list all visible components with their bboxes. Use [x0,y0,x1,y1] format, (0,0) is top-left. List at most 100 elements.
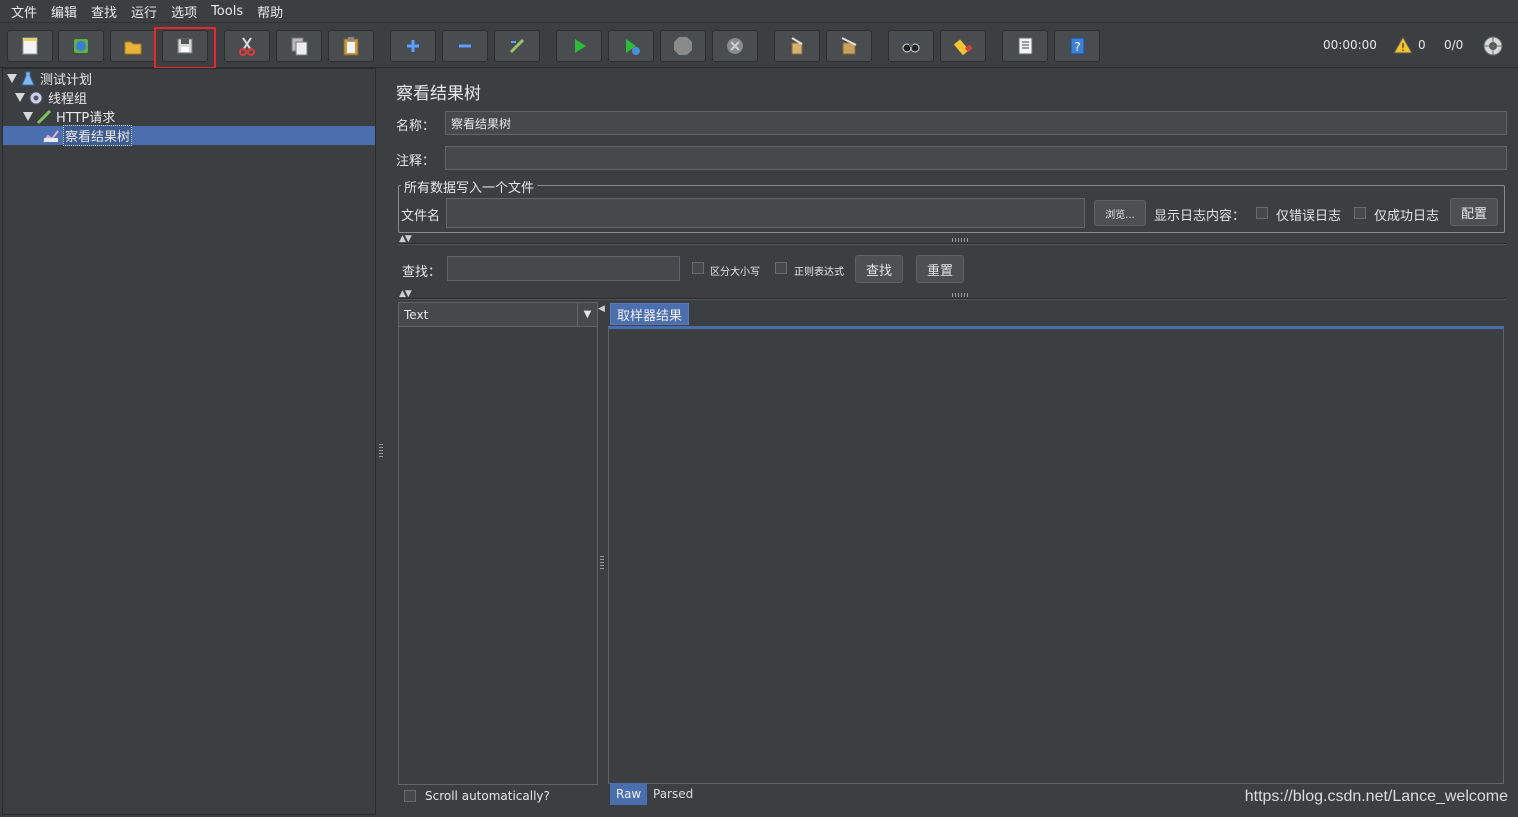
reset-button[interactable]: 重置 [916,255,964,283]
comment-field[interactable] [445,146,1507,170]
menu-search[interactable]: 查找 [84,2,124,21]
copy-button[interactable] [276,30,322,62]
paste-button[interactable] [328,30,374,62]
name-label: 名称： [396,119,436,134]
start-button[interactable] [556,30,602,62]
collapse-all-button[interactable] [442,30,488,62]
start-no-pause-button[interactable] [608,30,654,62]
success-only-label: 仅成功日志 [1374,209,1440,224]
sampler-result-panel [608,326,1504,784]
function-helper-button[interactable] [1002,30,1048,62]
tab-raw[interactable]: Raw [610,783,648,805]
search-button[interactable] [888,30,934,62]
splitter-grip [379,444,383,458]
expand-all-button[interactable] [390,30,436,62]
filename-label: 文件名 [401,209,441,224]
clear-button[interactable] [774,30,820,62]
main-splitter[interactable] [377,68,385,815]
toggle-icon [509,38,525,54]
comment-label: 注释： [396,154,436,169]
tree-label: HTTP请求 [56,111,116,126]
case-sensitive-checkbox[interactable] [692,262,704,274]
menu-help[interactable]: 帮助 [250,2,290,21]
browse-button[interactable]: 浏览... [1094,200,1146,226]
shutdown-button[interactable] [712,30,758,62]
tab-parsed[interactable]: Parsed [647,783,699,805]
tree-label: 察看结果树 [63,125,133,146]
name-field[interactable]: 察看结果树 [445,111,1507,135]
menu-edit[interactable]: 编辑 [44,2,84,21]
tree-label: 线程组 [48,92,88,107]
collapse-icon [459,44,471,48]
scroll-auto-checkbox[interactable] [404,790,416,802]
http-sampler-icon [36,109,52,125]
menu-run[interactable]: 运行 [124,2,164,21]
cut-icon [239,37,255,56]
log-content-label: 显示日志内容： [1154,209,1246,224]
expand-icon [407,40,419,52]
sample-list[interactable] [398,302,598,785]
thread-count: 0/0 [1444,38,1464,52]
tree-label: 测试计划 [40,73,93,88]
save-button[interactable] [162,30,208,62]
open-icon [124,41,142,55]
open-button[interactable] [110,30,156,62]
toggle-button[interactable] [494,30,540,62]
collapse-left-arrow-icon[interactable]: ◀ [598,304,605,314]
tree-node-thread-group[interactable]: 线程组 [15,88,87,107]
menu-bar: 文件 编辑 查找 运行 选项 Tools 帮助 [0,0,1518,23]
tab-sampler-result[interactable]: 取样器结果 [610,303,690,325]
menu-tools[interactable]: Tools [204,4,250,19]
function-helper-icon [1018,37,1033,55]
divider-grip[interactable] [952,238,970,242]
cut-button[interactable] [224,30,270,62]
case-sensitive-label: 区分大小写 [710,267,760,278]
templates-icon [74,39,88,53]
remote-engines-icon[interactable] [1482,35,1504,57]
thread-group-icon [28,90,44,106]
chevron-down-icon[interactable]: ▼ [577,303,597,326]
clear-all-icon [841,37,857,55]
search-icon [902,43,920,53]
paste-icon [343,37,359,56]
test-plan-icon [20,71,36,87]
success-only-checkbox[interactable] [1354,207,1366,219]
watermark: https://blog.csdn.net/Lance_welcome [1244,788,1508,805]
test-plan-tree: 测试计划 线程组 HTTP请求 察看结果树 [2,68,376,815]
renderer-selected: Text [404,307,429,322]
svg-text:?: ? [1074,40,1080,54]
start-no-pause-icon [626,39,640,55]
reset-search-button[interactable] [940,30,986,62]
start-icon [575,39,586,53]
help-icon: ? [1070,37,1085,55]
expand-triangle-icon[interactable] [15,93,25,102]
search-input[interactable] [447,256,680,281]
help-button[interactable]: ? [1054,30,1100,62]
templates-button[interactable] [58,30,104,62]
menu-file[interactable]: 文件 [4,2,44,21]
filename-field[interactable] [446,198,1085,228]
stop-icon [674,37,692,55]
new-button[interactable] [7,30,53,62]
tree-node-view-results-tree[interactable]: 察看结果树 [3,125,375,146]
errors-only-checkbox[interactable] [1256,207,1268,219]
divider-grip[interactable] [952,293,970,297]
regex-checkbox[interactable] [775,262,787,274]
regex-label: 正则表达式 [794,267,844,278]
warning-icon: ! [1393,36,1413,54]
expand-triangle-icon[interactable] [23,112,33,121]
elapsed-timer: 00:00:00 [1323,38,1377,52]
tree-node-test-plan[interactable]: 测试计划 [7,69,92,88]
expand-triangle-icon[interactable] [7,74,17,83]
tree-node-http-request[interactable]: HTTP请求 [23,107,115,126]
stop-button[interactable] [660,30,706,62]
menu-options[interactable]: 选项 [164,2,204,21]
renderer-select[interactable]: Text ▼ [398,302,598,327]
find-button[interactable]: 查找 [855,255,903,283]
clear-all-button[interactable] [826,30,872,62]
clear-icon [791,37,803,55]
inner-splitter-grip[interactable] [600,556,604,570]
configure-button[interactable]: 配置 [1450,198,1498,226]
scroll-auto-label: Scroll automatically? [425,789,550,803]
toolbar: ? 00:00:00 ! 0 0/0 [0,24,1518,68]
